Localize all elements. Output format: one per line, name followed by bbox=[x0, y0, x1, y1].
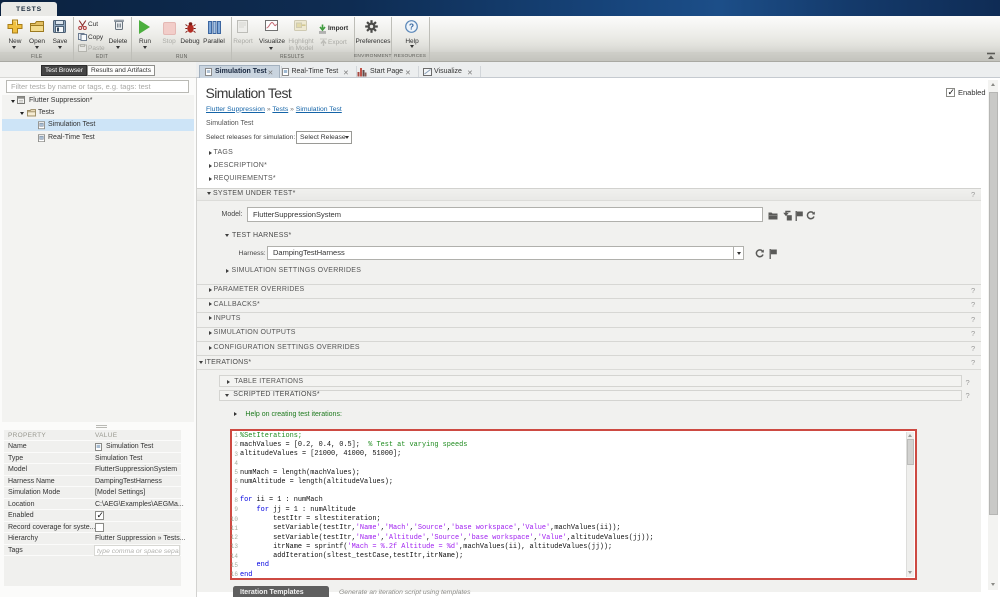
svg-text:?: ? bbox=[409, 21, 414, 31]
